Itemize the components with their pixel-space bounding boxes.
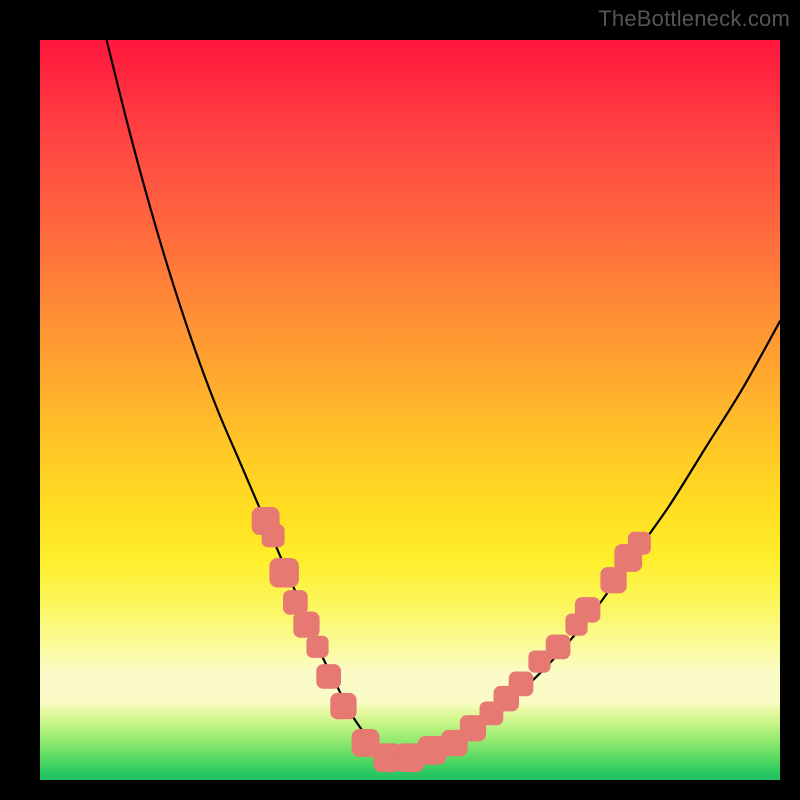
marker-point: [316, 664, 341, 689]
chart-frame: TheBottleneck.com: [0, 0, 800, 800]
marker-point: [628, 532, 651, 555]
marker-point: [575, 597, 601, 623]
plot-area: [40, 40, 780, 780]
marker-point: [330, 693, 356, 719]
curve-svg: [40, 40, 780, 780]
bottleneck-curve: [107, 40, 780, 760]
marker-point: [306, 636, 328, 658]
marker-point: [262, 524, 285, 547]
marker-point: [269, 558, 299, 588]
watermark-text: TheBottleneck.com: [598, 6, 790, 32]
marker-point: [283, 590, 308, 615]
marker-point: [546, 635, 571, 660]
markers-group: [252, 507, 651, 772]
marker-point: [509, 672, 534, 697]
marker-point: [293, 612, 319, 638]
